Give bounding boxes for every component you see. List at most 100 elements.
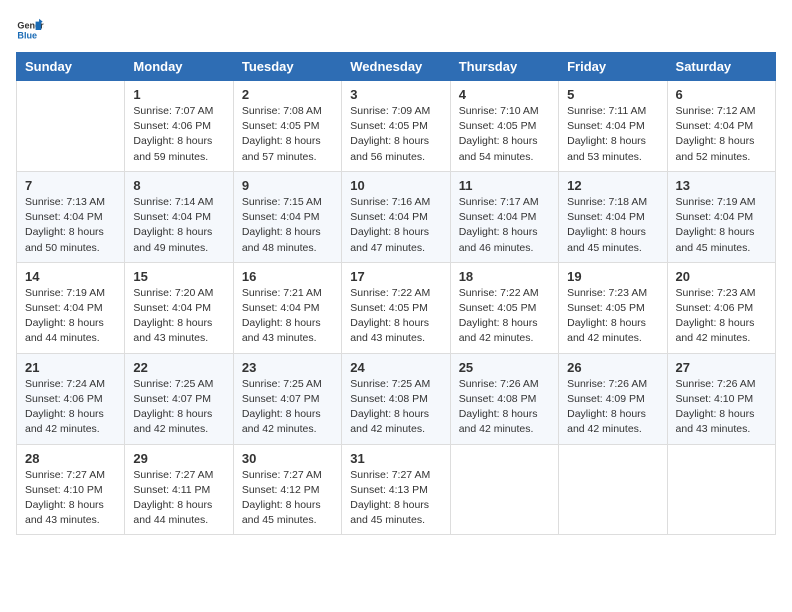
svg-text:Blue: Blue [17, 30, 37, 40]
calendar-cell: 16 Sunrise: 7:21 AM Sunset: 4:04 PM Dayli… [233, 262, 341, 353]
calendar-cell: 30 Sunrise: 7:27 AM Sunset: 4:12 PM Dayli… [233, 444, 341, 535]
day-number: 21 [25, 360, 116, 375]
day-info: Sunrise: 7:17 AM Sunset: 4:04 PM Dayligh… [459, 195, 550, 256]
day-number: 9 [242, 178, 333, 193]
day-number: 8 [133, 178, 224, 193]
calendar-cell: 22 Sunrise: 7:25 AM Sunset: 4:07 PM Dayli… [125, 353, 233, 444]
calendar-cell: 24 Sunrise: 7:25 AM Sunset: 4:08 PM Dayli… [342, 353, 450, 444]
day-number: 31 [350, 451, 441, 466]
calendar-cell: 19 Sunrise: 7:23 AM Sunset: 4:05 PM Dayli… [559, 262, 667, 353]
calendar-cell: 25Sunrise: 7:26 AM Sunset: 4:08 PM Dayli… [450, 353, 558, 444]
day-info: Sunrise: 7:25 AM Sunset: 4:07 PM Dayligh… [133, 377, 224, 438]
calendar-cell: 20 Sunrise: 7:23 AM Sunset: 4:06 PM Dayli… [667, 262, 775, 353]
calendar-cell: 14 Sunrise: 7:19 AM Sunset: 4:04 PM Dayli… [17, 262, 125, 353]
day-number: 30 [242, 451, 333, 466]
calendar-cell: 23 Sunrise: 7:25 AM Sunset: 4:07 PM Dayli… [233, 353, 341, 444]
day-number: 12 [567, 178, 658, 193]
calendar-header-thursday: Thursday [450, 53, 558, 81]
day-info: Sunrise: 7:07 AM Sunset: 4:06 PM Dayligh… [133, 104, 224, 165]
day-number: 18 [459, 269, 550, 284]
day-number: 29 [133, 451, 224, 466]
day-info: Sunrise: 7:18 AM Sunset: 4:04 PM Dayligh… [567, 195, 658, 256]
day-info: Sunrise: 7:08 AM Sunset: 4:05 PM Dayligh… [242, 104, 333, 165]
day-number: 15 [133, 269, 224, 284]
day-info: Sunrise: 7:21 AM Sunset: 4:04 PM Dayligh… [242, 286, 333, 347]
calendar-cell: 21Sunrise: 7:24 AM Sunset: 4:06 PM Dayli… [17, 353, 125, 444]
day-number: 4 [459, 87, 550, 102]
calendar-cell: 15 Sunrise: 7:20 AM Sunset: 4:04 PM Dayli… [125, 262, 233, 353]
calendar-cell: 2Sunrise: 7:08 AM Sunset: 4:05 PM Daylig… [233, 81, 341, 172]
calendar-cell: 31 Sunrise: 7:27 AM Sunset: 4:13 PM Dayli… [342, 444, 450, 535]
calendar-cell [17, 81, 125, 172]
calendar-cell: 9 Sunrise: 7:15 AM Sunset: 4:04 PM Daylig… [233, 171, 341, 262]
day-info: Sunrise: 7:14 AM Sunset: 4:04 PM Dayligh… [133, 195, 224, 256]
calendar-cell: 7 Sunrise: 7:13 AM Sunset: 4:04 PM Daylig… [17, 171, 125, 262]
calendar-cell [559, 444, 667, 535]
day-info: Sunrise: 7:26 AM Sunset: 4:10 PM Dayligh… [676, 377, 767, 438]
calendar-cell: 13 Sunrise: 7:19 AM Sunset: 4:04 PM Dayli… [667, 171, 775, 262]
calendar-cell: 26 Sunrise: 7:26 AM Sunset: 4:09 PM Dayli… [559, 353, 667, 444]
calendar-week-row: 1 Sunrise: 7:07 AM Sunset: 4:06 PM Daylig… [17, 81, 776, 172]
day-info: Sunrise: 7:23 AM Sunset: 4:05 PM Dayligh… [567, 286, 658, 347]
day-info: Sunrise: 7:26 AM Sunset: 4:09 PM Dayligh… [567, 377, 658, 438]
day-number: 7 [25, 178, 116, 193]
calendar-week-row: 7 Sunrise: 7:13 AM Sunset: 4:04 PM Daylig… [17, 171, 776, 262]
day-number: 23 [242, 360, 333, 375]
calendar-cell: 17Sunrise: 7:22 AM Sunset: 4:05 PM Dayli… [342, 262, 450, 353]
day-info: Sunrise: 7:27 AM Sunset: 4:13 PM Dayligh… [350, 468, 441, 529]
day-info: Sunrise: 7:26 AM Sunset: 4:08 PM Dayligh… [459, 377, 550, 438]
day-info: Sunrise: 7:13 AM Sunset: 4:04 PM Dayligh… [25, 195, 116, 256]
day-number: 6 [676, 87, 767, 102]
day-info: Sunrise: 7:12 AM Sunset: 4:04 PM Dayligh… [676, 104, 767, 165]
day-info: Sunrise: 7:19 AM Sunset: 4:04 PM Dayligh… [676, 195, 767, 256]
calendar-header-sunday: Sunday [17, 53, 125, 81]
calendar-cell: 28 Sunrise: 7:27 AM Sunset: 4:10 PM Dayli… [17, 444, 125, 535]
day-number: 1 [133, 87, 224, 102]
logo-icon: General Blue [16, 16, 44, 44]
day-info: Sunrise: 7:11 AM Sunset: 4:04 PM Dayligh… [567, 104, 658, 165]
day-info: Sunrise: 7:25 AM Sunset: 4:07 PM Dayligh… [242, 377, 333, 438]
day-info: Sunrise: 7:10 AM Sunset: 4:05 PM Dayligh… [459, 104, 550, 165]
day-number: 16 [242, 269, 333, 284]
day-info: Sunrise: 7:22 AM Sunset: 4:05 PM Dayligh… [350, 286, 441, 347]
day-number: 14 [25, 269, 116, 284]
day-number: 13 [676, 178, 767, 193]
day-number: 26 [567, 360, 658, 375]
day-info: Sunrise: 7:09 AM Sunset: 4:05 PM Dayligh… [350, 104, 441, 165]
logo: General Blue [16, 16, 48, 44]
day-number: 24 [350, 360, 441, 375]
calendar-week-row: 14 Sunrise: 7:19 AM Sunset: 4:04 PM Dayli… [17, 262, 776, 353]
day-info: Sunrise: 7:25 AM Sunset: 4:08 PM Dayligh… [350, 377, 441, 438]
calendar-header-monday: Monday [125, 53, 233, 81]
calendar-cell: 6 Sunrise: 7:12 AM Sunset: 4:04 PM Daylig… [667, 81, 775, 172]
calendar-week-row: 28 Sunrise: 7:27 AM Sunset: 4:10 PM Dayli… [17, 444, 776, 535]
page-header: General Blue [16, 16, 776, 44]
day-info: Sunrise: 7:16 AM Sunset: 4:04 PM Dayligh… [350, 195, 441, 256]
day-info: Sunrise: 7:27 AM Sunset: 4:12 PM Dayligh… [242, 468, 333, 529]
day-number: 10 [350, 178, 441, 193]
day-info: Sunrise: 7:15 AM Sunset: 4:04 PM Dayligh… [242, 195, 333, 256]
calendar-cell: 27Sunrise: 7:26 AM Sunset: 4:10 PM Dayli… [667, 353, 775, 444]
calendar-cell [667, 444, 775, 535]
day-info: Sunrise: 7:23 AM Sunset: 4:06 PM Dayligh… [676, 286, 767, 347]
day-number: 11 [459, 178, 550, 193]
day-number: 22 [133, 360, 224, 375]
calendar-table: SundayMondayTuesdayWednesdayThursdayFrid… [16, 52, 776, 535]
calendar-cell [450, 444, 558, 535]
calendar-cell: 4 Sunrise: 7:10 AM Sunset: 4:05 PM Daylig… [450, 81, 558, 172]
day-number: 19 [567, 269, 658, 284]
day-number: 3 [350, 87, 441, 102]
calendar-header-tuesday: Tuesday [233, 53, 341, 81]
calendar-cell: 8 Sunrise: 7:14 AM Sunset: 4:04 PM Daylig… [125, 171, 233, 262]
calendar-cell: 1 Sunrise: 7:07 AM Sunset: 4:06 PM Daylig… [125, 81, 233, 172]
calendar-cell: 29Sunrise: 7:27 AM Sunset: 4:11 PM Dayli… [125, 444, 233, 535]
day-info: Sunrise: 7:27 AM Sunset: 4:10 PM Dayligh… [25, 468, 116, 529]
day-number: 20 [676, 269, 767, 284]
day-number: 5 [567, 87, 658, 102]
calendar-cell: 11 Sunrise: 7:17 AM Sunset: 4:04 PM Dayli… [450, 171, 558, 262]
day-number: 28 [25, 451, 116, 466]
day-info: Sunrise: 7:20 AM Sunset: 4:04 PM Dayligh… [133, 286, 224, 347]
calendar-cell: 3 Sunrise: 7:09 AM Sunset: 4:05 PM Daylig… [342, 81, 450, 172]
day-info: Sunrise: 7:22 AM Sunset: 4:05 PM Dayligh… [459, 286, 550, 347]
day-info: Sunrise: 7:19 AM Sunset: 4:04 PM Dayligh… [25, 286, 116, 347]
